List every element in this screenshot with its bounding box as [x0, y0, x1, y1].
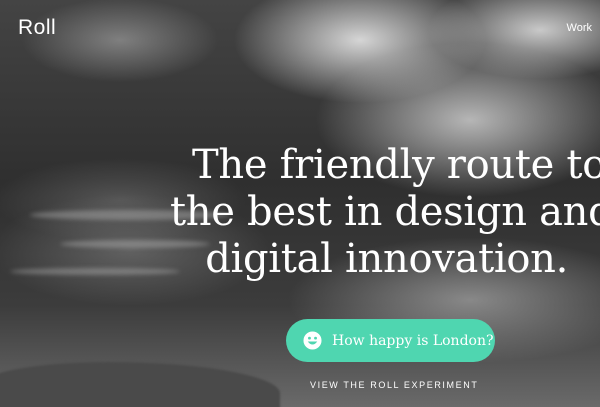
how-happy-london-button[interactable]: How happy is London?	[286, 319, 495, 362]
nav-work-link[interactable]: Work	[567, 22, 592, 34]
view-experiment-link[interactable]: VIEW THE ROLL EXPERIMENT	[310, 380, 478, 390]
headline-line-2: the best in design and	[170, 189, 600, 235]
cta-label: How happy is London?	[332, 332, 494, 349]
logo-text: Roll	[18, 16, 57, 39]
headline-line-3: digital innovation.	[205, 236, 568, 282]
smiley-face-icon	[303, 331, 322, 350]
hill-silhouette	[0, 362, 280, 407]
hero-headline: The friendly route to the best in design…	[170, 142, 600, 283]
roll-logo[interactable]: Roll	[18, 17, 56, 38]
cloud-streak	[10, 268, 180, 275]
headline-line-1: The friendly route to	[192, 142, 600, 188]
